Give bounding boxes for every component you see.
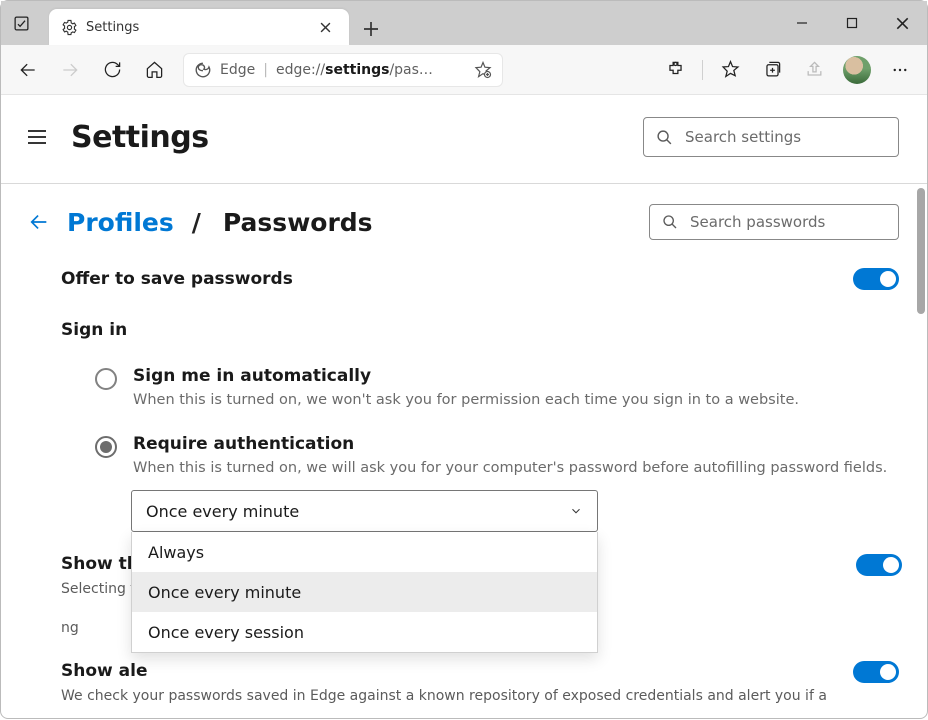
chevron-down-icon	[569, 504, 583, 518]
profile-avatar[interactable]	[843, 56, 871, 84]
signin-auto-row: Sign me in automatically When this is tu…	[61, 340, 899, 408]
browser-tab[interactable]: Settings	[49, 9, 349, 45]
dropdown-option-once-minute[interactable]: Once every minute	[132, 572, 597, 612]
require-auth-desc: When this is turned on, we will ask you …	[133, 460, 899, 476]
breadcrumb-profiles-link[interactable]: Profiles	[67, 208, 174, 237]
new-tab-button[interactable]	[355, 13, 387, 45]
page-title: Settings	[71, 120, 209, 155]
dropdown-list: Always Once every minute Once every sess…	[131, 532, 598, 653]
reload-button[interactable]	[93, 51, 131, 89]
dropdown-selected-value: Once every minute	[146, 502, 299, 521]
gear-icon	[61, 19, 78, 36]
breadcrumb: Profiles / Passwords Search passwords	[1, 184, 927, 240]
extensions-button[interactable]	[656, 51, 694, 89]
toolbar-divider	[702, 60, 703, 80]
window-close-button[interactable]	[877, 1, 927, 45]
settings-page: Settings Search settings Profiles / Pass…	[1, 95, 927, 720]
addressbar-prefix: Edge	[220, 62, 255, 78]
search-placeholder: Search settings	[685, 128, 801, 146]
favorites-button[interactable]	[711, 51, 749, 89]
dropdown-option-once-session[interactable]: Once every session	[132, 612, 597, 652]
window-titlebar: Settings	[1, 1, 927, 45]
signin-section-title: Sign in	[61, 290, 899, 340]
search-settings-input[interactable]: Search settings	[643, 117, 899, 157]
tab-close-button[interactable]	[313, 15, 337, 39]
addressbar[interactable]: Edge | edge://settings/pas…	[183, 53, 503, 87]
breadcrumb-back-button[interactable]	[25, 208, 53, 236]
require-auth-title: Require authentication	[133, 434, 899, 454]
add-favorite-icon[interactable]	[474, 61, 492, 79]
signin-auto-radio[interactable]	[95, 368, 117, 390]
dropdown-option-always[interactable]: Always	[132, 532, 597, 572]
search-passwords-input[interactable]: Search passwords	[649, 204, 899, 240]
show-alerts-desc: We check your passwords saved in Edge ag…	[61, 687, 853, 705]
forward-button	[51, 51, 89, 89]
breadcrumb-current: Passwords	[223, 208, 373, 237]
search-placeholder: Search passwords	[690, 213, 825, 231]
require-auth-radio[interactable]	[95, 436, 117, 458]
scrollbar-thumb[interactable]	[917, 188, 925, 314]
require-auth-row: Require authentication When this is turn…	[61, 408, 899, 476]
settings-content: Profiles / Passwords Search passwords Of…	[1, 184, 927, 705]
show-alerts-title: Show ale	[61, 661, 853, 681]
window-maximize-button[interactable]	[827, 1, 877, 45]
home-button[interactable]	[135, 51, 173, 89]
offer-save-toggle[interactable]	[853, 268, 899, 290]
window-controls	[777, 1, 927, 45]
addressbar-url: edge://settings/pas…	[276, 62, 466, 78]
browser-toolbar: Edge | edge://settings/pas…	[1, 45, 927, 95]
back-button[interactable]	[9, 51, 47, 89]
show-reveal-toggle[interactable]	[856, 554, 902, 576]
tab-actions-icon[interactable]	[1, 1, 41, 45]
search-icon	[662, 214, 678, 230]
offer-save-title: Offer to save passwords	[61, 269, 293, 289]
breadcrumb-separator: /	[192, 208, 201, 237]
addressbar-separator: |	[263, 62, 268, 78]
signin-auto-desc: When this is turned on, we won't ask you…	[133, 392, 899, 408]
more-menu-button[interactable]	[881, 51, 919, 89]
window-minimize-button[interactable]	[777, 1, 827, 45]
show-alerts-toggle[interactable]	[853, 661, 899, 683]
auth-frequency-dropdown: Once every minute Always Once every minu…	[131, 490, 598, 532]
menu-button[interactable]	[21, 121, 53, 153]
auth-frequency-select[interactable]: Once every minute	[131, 490, 598, 532]
search-icon	[656, 129, 673, 146]
share-button[interactable]	[795, 51, 833, 89]
collections-button[interactable]	[753, 51, 791, 89]
tab-title: Settings	[86, 20, 305, 35]
signin-auto-title: Sign me in automatically	[133, 366, 899, 386]
edge-logo-icon	[194, 61, 212, 79]
offer-save-passwords-row: Offer to save passwords	[61, 240, 899, 290]
settings-header: Settings Search settings	[1, 95, 927, 184]
